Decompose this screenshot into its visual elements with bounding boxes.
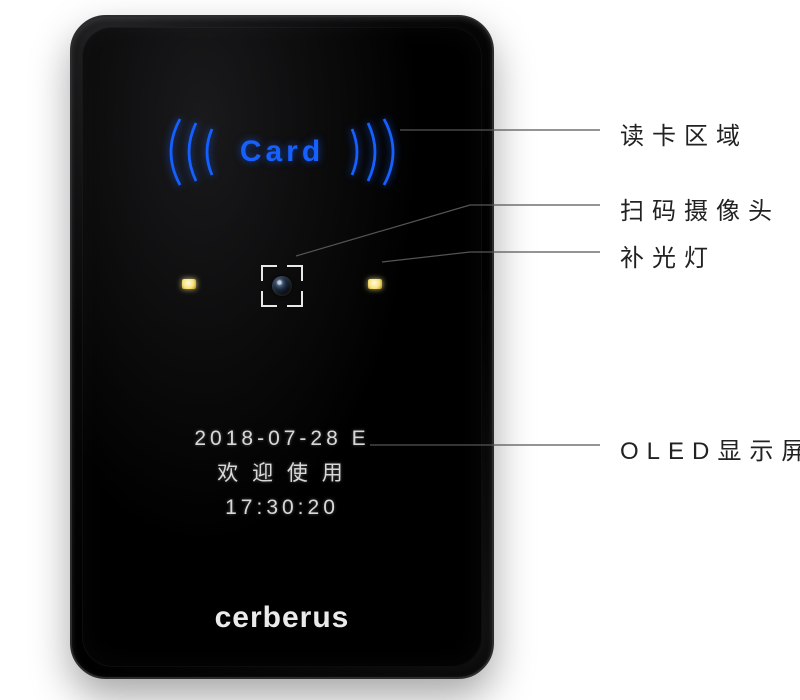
display-greeting: 欢 迎 使 用 xyxy=(82,457,482,492)
rfid-waves-left-icon xyxy=(152,117,232,187)
access-control-device: Card 2 xyxy=(70,15,494,679)
callout-oled: OLED显示屏 xyxy=(620,431,800,466)
fill-light-right xyxy=(368,279,382,289)
display-date: 2018-07-28 E xyxy=(82,422,482,457)
display-time: 17:30:20 xyxy=(82,491,482,526)
card-reader-label: Card xyxy=(240,135,324,169)
callout-fill-light: 补光灯 xyxy=(620,238,716,273)
device-face: Card 2 xyxy=(82,27,482,667)
camera-lens-icon xyxy=(272,276,292,296)
rfid-waves-right-icon xyxy=(332,117,412,187)
focus-corner-icon xyxy=(287,291,303,307)
brand-logo: cerberus xyxy=(82,601,482,635)
callout-camera: 扫码摄像头 xyxy=(620,191,780,226)
camera-module xyxy=(265,269,299,303)
oled-display: 2018-07-28 E 欢 迎 使 用 17:30:20 xyxy=(82,422,482,526)
diagram-stage: Card 2 xyxy=(0,0,800,700)
fill-light-left xyxy=(182,279,196,289)
callout-card-area: 读卡区域 xyxy=(620,116,748,151)
card-reader-zone: Card xyxy=(82,117,482,187)
camera-row xyxy=(82,257,482,317)
